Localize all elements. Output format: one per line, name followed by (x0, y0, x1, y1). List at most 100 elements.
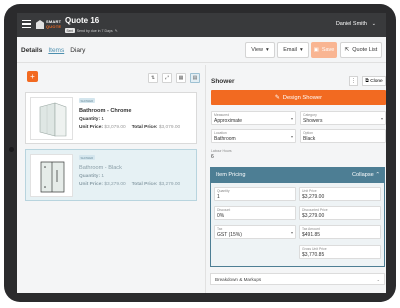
item-name: Bathroom - Black (79, 165, 122, 171)
top-bar: SMART QUOTE Quote 16 Sent Send by due in… (17, 13, 386, 37)
location-label: Location (214, 131, 227, 135)
tablet-frame: SMART QUOTE Quote 16 Sent Send by due in… (4, 4, 396, 302)
chevron-down-icon: ▾ (380, 116, 383, 121)
save-icon: ▣ (313, 47, 319, 53)
grid-view-icon[interactable]: ▦ (176, 73, 186, 83)
quantity-label: Quantity: (79, 174, 101, 179)
option-field[interactable]: Option Black (300, 129, 386, 143)
labour-hours-value: 6 (211, 154, 214, 160)
pricing-unit-price-value: $3,279.00 (302, 194, 325, 200)
quantity-value: 1 (101, 117, 105, 122)
location-select[interactable]: Location Bathroom ▾ (211, 129, 296, 143)
unit-price-value: $3,279.00 (104, 182, 126, 187)
quantity-value: 1 (101, 174, 105, 179)
category-select[interactable]: Category Showers ▾ (300, 111, 386, 125)
view-button[interactable]: View ▾ (245, 42, 275, 58)
tax-amount-field[interactable]: Tax Amount $491.85 (299, 225, 381, 239)
add-item-button[interactable]: + (27, 71, 38, 82)
item-quantity: Quantity: 1 (79, 174, 104, 179)
total-price-value: $3,279.00 (158, 182, 181, 187)
chevron-down-icon: ▾ (290, 134, 293, 139)
more-options-icon[interactable]: ⋮ (349, 76, 358, 86)
sort-icon[interactable]: ⇅ (148, 73, 158, 83)
link-icon[interactable]: ⤢ (162, 73, 172, 83)
unit-price-label: Unit Price: (79, 125, 103, 130)
toolbar-divider (17, 62, 386, 63)
quote-status-line: Sent Send by due in 7 Days ✎ (65, 28, 118, 33)
quote-list-label: Quote List (352, 47, 378, 53)
email-button[interactable]: Email ▾ (277, 42, 309, 58)
gross-unit-price-label: Gross Unit Price (302, 247, 327, 251)
discounted-price-value: $3,279.00 (302, 213, 325, 219)
pricing-quantity-value: 1 (217, 194, 220, 200)
item-pricing-section: Item Pricing Collapse ⌃ Quantity 1 Unit … (210, 167, 385, 267)
discount-label: Discount (217, 208, 231, 212)
pencil-ruler-icon: ✎ (274, 94, 280, 101)
tab-items[interactable]: Items (48, 47, 64, 54)
camera-dot (9, 147, 14, 152)
email-button-label: Email (283, 47, 297, 53)
unit-price-value: $3,079.00 (104, 125, 126, 130)
list-item[interactable]: SHOWER Bathroom - Black Quantity: 1 Unit… (25, 149, 197, 201)
collapse-toggle[interactable]: Collapse ⌃ (352, 172, 380, 178)
tax-value: GST (15%) (217, 232, 242, 238)
detail-title: Shower (211, 78, 235, 85)
logo-line-2: QUOTE (46, 23, 62, 29)
due-text: Send by due in 7 Days (76, 28, 113, 33)
tab-details[interactable]: Details (21, 47, 42, 54)
gross-unit-price-value: $3,770.85 (302, 252, 325, 258)
total-price-value: $3,079.00 (158, 125, 181, 130)
external-link-icon: ⇱ (344, 47, 350, 53)
discounted-price-label: Discounted Price (302, 208, 328, 212)
measured-select[interactable]: Measured Approximate ▾ (211, 111, 296, 125)
measured-value: Approximate (214, 118, 243, 124)
chevron-down-icon: ▾ (266, 47, 269, 53)
menu-icon[interactable] (22, 20, 31, 28)
tax-label: Tax (217, 227, 223, 231)
gross-unit-price-field[interactable]: Gross Unit Price $3,770.85 (299, 245, 381, 259)
item-name: Bathroom - Chrome (79, 108, 132, 114)
measured-label: Measured (214, 113, 230, 117)
save-button[interactable]: ▣ Save (311, 42, 337, 58)
tax-amount-label: Tax Amount (302, 227, 320, 231)
user-name[interactable]: Daniel Smith (336, 21, 367, 27)
copy-icon: ⧉ (365, 79, 369, 84)
breakdown-markups-section[interactable]: Breakdown & Markups ⌄ (210, 273, 385, 285)
tax-amount-value: $491.85 (302, 232, 321, 238)
shower-thumbnail (30, 154, 73, 197)
tax-select[interactable]: Tax GST (15%) ▾ (214, 225, 296, 239)
logo-house-icon (36, 20, 44, 29)
unit-price: Unit Price: $3,079.00 (79, 125, 126, 130)
discounted-price-input[interactable]: Discounted Price $3,279.00 (299, 206, 381, 220)
category-value: Showers (303, 118, 323, 124)
option-value: Black (303, 136, 316, 142)
discount-value: 0% (217, 213, 225, 219)
total-price: Total Price: $3,279.00 (132, 182, 180, 187)
chevron-down-icon[interactable]: ⌄ (372, 21, 376, 27)
quote-list-button[interactable]: ⇱ Quote List (340, 42, 382, 58)
tab-diary[interactable]: Diary (70, 47, 85, 54)
list-view-icon[interactable]: ▤ (190, 73, 200, 83)
item-prices: Unit Price: $3,079.00 Total Price: $3,07… (79, 125, 180, 130)
unit-price-input[interactable]: Unit Price $3,279.00 (299, 187, 381, 201)
pricing-unit-price-label: Unit Price (302, 189, 317, 193)
app-screen: SMART QUOTE Quote 16 Sent Send by due in… (17, 13, 386, 293)
clone-button[interactable]: ⧉ Clone (362, 76, 386, 86)
design-shower-button[interactable]: ✎ Design Shower (211, 90, 386, 105)
labour-hours-field[interactable]: Labour Hours 6 (211, 149, 232, 160)
item-pricing-header[interactable]: Item Pricing Collapse ⌃ (211, 168, 384, 183)
view-switcher: ⇅ ⤢ ▦ ▤ (148, 73, 200, 83)
shower-thumbnail (30, 97, 73, 140)
item-prices: Unit Price: $3,279.00 Total Price: $3,27… (79, 182, 180, 187)
total-price: Total Price: $3,079.00 (132, 125, 180, 130)
app-logo: SMART QUOTE (36, 19, 62, 29)
discount-input[interactable]: Discount 0% (214, 206, 296, 220)
clone-label: Clone (370, 78, 383, 84)
edit-icon[interactable]: ✎ (115, 29, 118, 33)
list-item[interactable]: SHOWER Bathroom - Chrome Quantity: 1 Uni… (25, 92, 197, 144)
quantity-input[interactable]: Quantity 1 (214, 187, 296, 201)
item-quantity: Quantity: 1 (79, 117, 104, 122)
collapse-label: Collapse (351, 172, 374, 178)
design-shower-label: Design Shower (282, 94, 323, 101)
breakdown-label: Breakdown & Markups (215, 277, 262, 282)
